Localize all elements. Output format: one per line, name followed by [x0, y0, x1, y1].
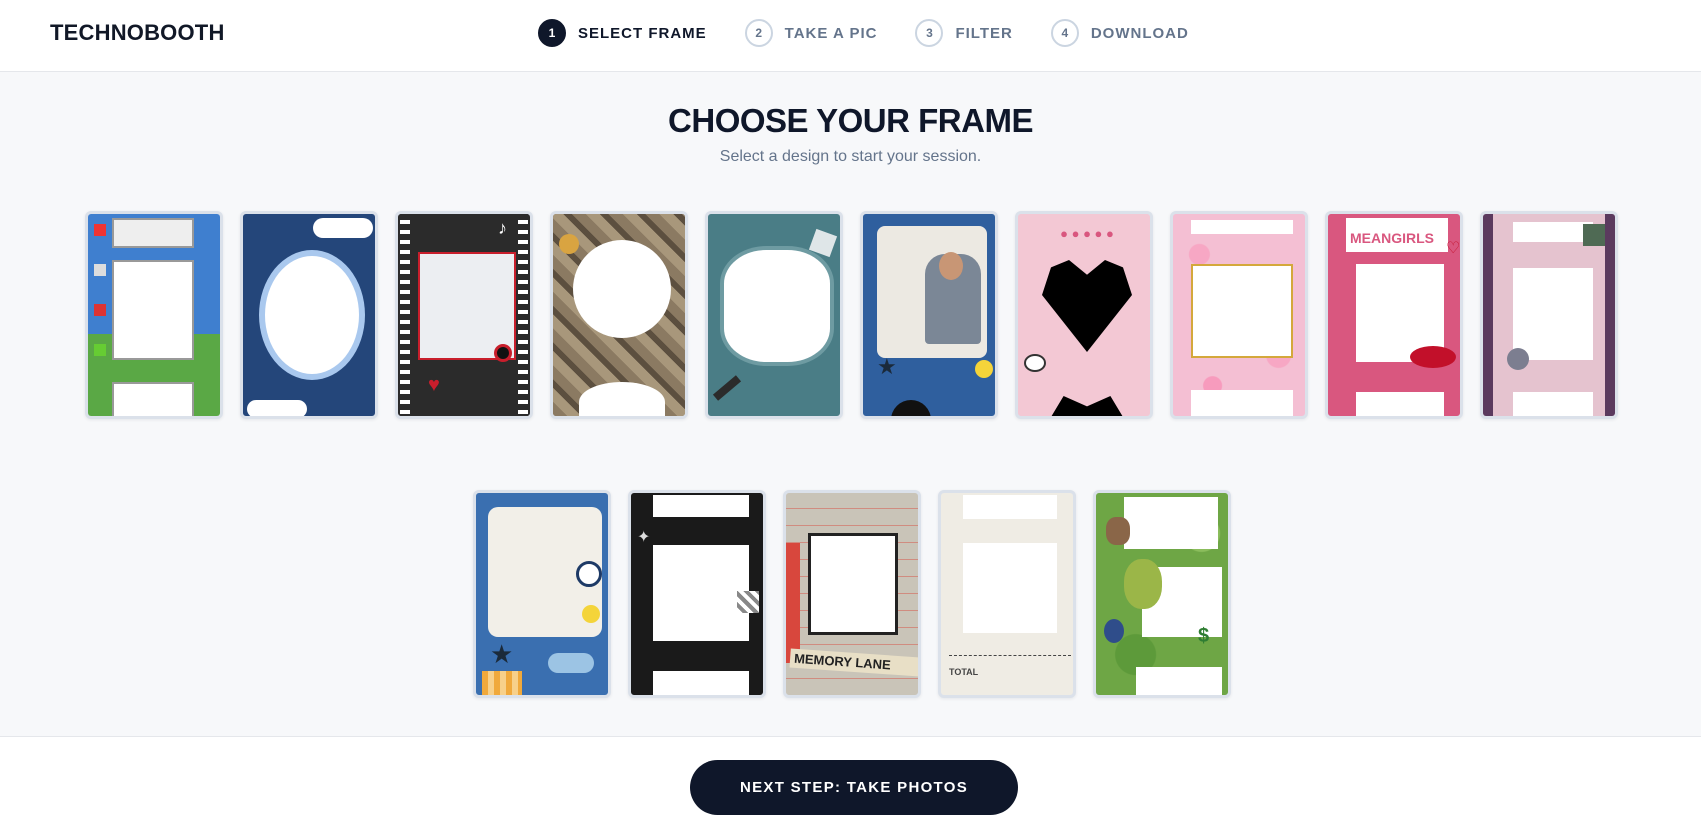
brand-logo[interactable]: TECHNOBOOTH — [50, 20, 225, 46]
step-select-frame[interactable]: 1 SELECT FRAME — [538, 19, 707, 47]
frame-option-black-film[interactable]: ✦ — [628, 490, 766, 698]
photo-slot — [1356, 392, 1444, 416]
frame-option-satin-pink[interactable] — [1480, 211, 1618, 419]
star-icon: ★ — [490, 639, 514, 669]
photo-slot — [1136, 667, 1222, 695]
top-navigation-bar: TECHNOBOOTH 1 SELECT FRAME 2 TAKE A PIC … — [0, 0, 1701, 72]
heart-icon: ♥ — [428, 374, 440, 396]
frame-option-receipt[interactable]: TOTAL — [938, 490, 1076, 698]
photo-slot — [963, 495, 1057, 519]
step-number: 4 — [1050, 19, 1079, 47]
photo-slot — [653, 545, 749, 641]
photo-slot — [724, 250, 830, 362]
frame-caption: TOTAL — [949, 667, 979, 677]
frame-option-vintage-collage[interactable] — [550, 211, 688, 419]
photo-slot — [808, 533, 898, 635]
smiley-icon — [975, 360, 993, 378]
dollar-sticker: $ — [1198, 625, 1210, 647]
heart-outline-icon: ♡ — [1446, 240, 1461, 257]
photo-slot — [1048, 396, 1126, 416]
potion-icon — [1104, 619, 1124, 643]
side-stripe — [1483, 214, 1493, 416]
frame-option-retro-desktop[interactable] — [85, 211, 223, 419]
page-subtitle: Select a design to start your session. — [719, 148, 982, 165]
receipt-divider — [949, 655, 1071, 656]
desktop-icon — [94, 264, 106, 276]
desktop-icon — [94, 224, 106, 236]
shrek-face — [1124, 559, 1162, 609]
lips-icon — [1410, 346, 1456, 368]
photo-slot — [1191, 264, 1293, 358]
side-stripe — [1605, 214, 1615, 416]
sticker — [891, 400, 931, 416]
frame-option-memory-lane[interactable]: MEMORY LANE — [783, 490, 921, 698]
photo-slot — [653, 495, 749, 517]
frame-option-teal-doodle[interactable] — [705, 211, 843, 419]
frame-option-denim-scrapbook[interactable]: ★ — [860, 211, 998, 419]
step-label: SELECT FRAME — [578, 24, 707, 42]
close-circle-sticker — [576, 561, 602, 587]
frame-caption: MEANGIRLS — [1350, 230, 1434, 246]
person-face — [939, 252, 963, 280]
photo-slot — [112, 382, 194, 416]
photo-slot — [653, 671, 749, 695]
step-number: 1 — [538, 19, 566, 47]
frame-option-blue-denim[interactable] — [240, 211, 378, 419]
frame-option-denim-gingham[interactable]: ★ — [473, 490, 611, 698]
star-icon: ★ — [877, 354, 897, 379]
car-sticker — [548, 653, 594, 673]
sticker-row: ● ● ● ● ● — [1060, 226, 1114, 241]
desktop-icon — [94, 344, 106, 356]
vinyl-record-icon — [494, 344, 512, 362]
sunflower-icon — [559, 234, 579, 254]
heart-photo-slot — [1042, 260, 1132, 352]
photo-slot-edge — [313, 218, 373, 238]
cat-icon — [1507, 348, 1529, 370]
step-take-a-pic[interactable]: 2 TAKE A PIC — [744, 19, 878, 47]
photo-slot — [1513, 392, 1593, 416]
step-label: DOWNLOAD — [1090, 24, 1189, 42]
frame-option-pink-sanrio[interactable]: ● ● ● ● ● — [1015, 211, 1153, 419]
film-perforation — [400, 214, 410, 416]
photo-slot — [1513, 268, 1593, 360]
calculator-icon — [808, 228, 838, 258]
step-number: 2 — [744, 19, 773, 47]
photo-slot — [112, 260, 194, 360]
next-step-button[interactable]: NEXT STEP: TAKE PHOTOS — [690, 760, 1018, 815]
photo-slot — [1513, 222, 1593, 242]
page-title: CHOOSE YOUR FRAME — [668, 102, 1033, 139]
film-perforation — [518, 214, 528, 416]
photo-slot — [1191, 390, 1293, 416]
desktop-icon — [94, 304, 106, 316]
gingham-patch — [482, 671, 522, 695]
step-number: 3 — [915, 19, 944, 47]
photo-slot — [573, 240, 671, 338]
pencil-icon — [712, 375, 742, 401]
kuromi-icon — [1024, 354, 1046, 372]
gingham-patch — [1583, 224, 1605, 246]
photo-slot — [963, 543, 1057, 633]
photo-slot — [579, 382, 665, 416]
frame-option-mean-girls[interactable]: MEANGIRLS ♡ — [1325, 211, 1463, 419]
step-label: FILTER — [955, 24, 1013, 42]
frame-option-rock-music[interactable]: ♥ ♪ — [395, 211, 533, 419]
checkered-heart — [737, 591, 759, 613]
frame-option-shrek[interactable]: $ — [1093, 490, 1231, 698]
step-filter[interactable]: 3 FILTER — [915, 19, 1012, 47]
step-label: TAKE A PIC — [784, 24, 878, 42]
step-download[interactable]: 4 DOWNLOAD — [1050, 19, 1189, 47]
frame-option-pink-floral[interactable] — [1170, 211, 1308, 419]
photo-slot — [1124, 497, 1218, 549]
photo-slot — [1191, 220, 1293, 234]
guitar-icon: ♪ — [498, 218, 507, 238]
step-progress: 1 SELECT FRAME 2 TAKE A PIC 3 FILTER 4 D… — [538, 19, 1227, 47]
sparkle-icon: ✦ — [637, 529, 651, 546]
photo-slot — [265, 256, 359, 374]
donkey-face — [1106, 517, 1130, 545]
photo-slot — [112, 218, 194, 248]
photo-slot-edge — [247, 400, 307, 416]
smiley-icon — [582, 605, 600, 623]
